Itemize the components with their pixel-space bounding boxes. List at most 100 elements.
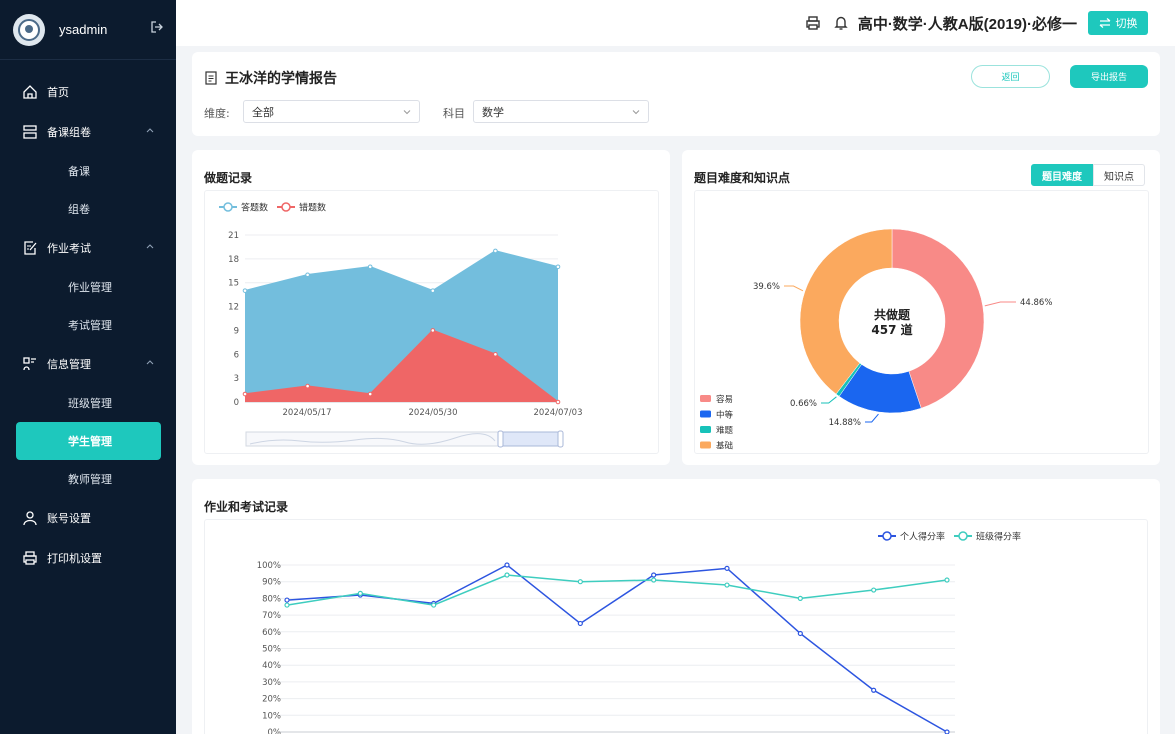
difficulty-card-title: 题目难度和知识点: [694, 171, 791, 185]
chevron-down-icon: [403, 110, 411, 115]
dimension-select[interactable]: 全部: [243, 100, 420, 123]
legend-swatch: [700, 426, 711, 433]
practice-record-card: 做题记录 答题数 错题数 0 3 6 9 12 15 18 21 2024/05/17 2024/05…: [192, 150, 670, 465]
menu-item-lesson-prep[interactable]: 备课组卷: [0, 112, 176, 152]
back-button[interactable]: 返回: [971, 65, 1050, 88]
subject-value: 数学: [482, 105, 504, 119]
subject-select[interactable]: 数学: [473, 100, 649, 123]
menu-item-label: 账号设置: [47, 512, 91, 525]
y-tick-label: 60%: [262, 628, 281, 638]
y-tick-label: 6: [234, 350, 239, 360]
legend-swatch: [700, 395, 711, 402]
printer-icon[interactable]: [805, 15, 821, 31]
x-tick-label: 2024/05/30: [409, 408, 458, 418]
submenu-item-exam-management[interactable]: 考试管理: [0, 306, 176, 344]
submenu-item-homework-management[interactable]: 作业管理: [0, 268, 176, 306]
donut-center-count: 457 道: [871, 322, 912, 337]
username: ysadmin: [59, 22, 108, 37]
menu-item-label: 作业考试: [47, 242, 91, 255]
export-report-button[interactable]: 导出报告: [1070, 65, 1148, 88]
data-point: [651, 572, 657, 578]
legend-label: 错题数: [299, 202, 326, 214]
logout-icon[interactable]: [150, 20, 164, 34]
data-point: [504, 562, 510, 568]
slice-label-line: [865, 413, 879, 423]
chevron-up-icon: [146, 360, 154, 365]
report-header-card: 王冰洋的学情报告 返回 导出报告 维度: 全部 科目 数学: [192, 52, 1160, 136]
slice-label: 44.86%: [1020, 298, 1052, 308]
data-point: [305, 272, 310, 278]
avatar[interactable]: [13, 13, 45, 46]
legend-label: 基础: [716, 441, 733, 452]
submenu-item-teacher-management[interactable]: 教师管理: [0, 460, 176, 498]
data-point: [493, 248, 498, 254]
data-point: [305, 383, 310, 389]
tab-difficulty[interactable]: 题目难度: [1031, 164, 1093, 186]
difficulty-donut-chart[interactable]: 44.86% 14.88% 0.66% 39.6% 共做题457 道容易中等难题基础: [695, 191, 1150, 455]
document-icon: [205, 71, 217, 85]
menu-item-homework-exam[interactable]: 作业考试: [0, 228, 176, 268]
data-point: [431, 602, 437, 608]
submenu-item-compose-paper[interactable]: 组卷: [0, 190, 176, 228]
subject-label: 科目: [443, 107, 465, 120]
data-point: [871, 587, 877, 593]
legend-marker: [223, 202, 233, 212]
sidebar: ysadmin 首页 备课组卷 备课 组卷 作业考试 作业管理 考试管理 信息管…: [0, 0, 176, 734]
data-point: [367, 264, 373, 270]
submenu-item-student-management[interactable]: 学生管理: [16, 422, 161, 460]
legend-label: 难题: [716, 425, 734, 436]
data-point: [555, 264, 561, 270]
y-tick-label: 70%: [262, 611, 281, 621]
slice-label-line: [984, 301, 1016, 307]
layers-icon: [23, 125, 37, 139]
chevron-down-icon: [632, 110, 640, 115]
dimension-value: 全部: [252, 105, 274, 119]
menu-item-account-settings[interactable]: 账号设置: [0, 498, 176, 538]
data-point: [871, 687, 877, 693]
zoom-slider-selection[interactable]: [500, 431, 562, 447]
data-point: [944, 577, 950, 583]
sidebar-header: ysadmin: [0, 0, 176, 60]
data-point: [651, 577, 657, 583]
y-tick-label: 90%: [262, 578, 281, 588]
menu-item-label: 首页: [47, 86, 69, 99]
bell-icon[interactable]: [833, 15, 849, 31]
x-tick-label: 2024/07/03: [534, 408, 583, 418]
chevron-up-icon: [146, 244, 154, 249]
data-point: [577, 620, 583, 627]
legend-label: 班级得分率: [976, 531, 1021, 543]
dimension-label: 维度:: [204, 107, 230, 120]
data-point: [367, 391, 373, 397]
y-tick-label: 20%: [262, 695, 281, 705]
data-point: [555, 399, 561, 405]
data-point: [284, 597, 290, 603]
data-point: [357, 590, 363, 596]
edit-document-icon: [24, 241, 37, 255]
menu-item-printer-settings[interactable]: 打印机设置: [0, 538, 176, 578]
score-rate-line-chart[interactable]: 个人得分率 班级得分率 0% 10% 20% 30% 40% 50% 60% 70% 80% 90% 1…: [205, 520, 1149, 734]
data-point: [430, 288, 436, 293]
homework-card-title: 作业和考试记录: [204, 500, 289, 514]
data-point: [577, 579, 583, 585]
menu-item-home[interactable]: 首页: [0, 72, 176, 112]
slice-label: 14.88%: [829, 418, 861, 428]
practice-chart-frame: 答题数 错题数 0 3 6 9 12 15 18 21 2024/05/17 2024/05/30 20…: [204, 190, 659, 454]
submenu-item-class-management[interactable]: 班级管理: [0, 384, 176, 422]
slice-label: 0.66%: [790, 399, 817, 409]
practice-area-chart[interactable]: 答题数 错题数 0 3 6 9 12 15 18 21 2024/05/17 2024/05/30 20…: [205, 191, 660, 455]
zoom-handle-left[interactable]: [497, 430, 504, 448]
homework-chart-frame: 个人得分率 班级得分率 0% 10% 20% 30% 40% 50% 60% 70% 80% 90% 1…: [204, 519, 1148, 734]
tab-knowledge-points[interactable]: 知识点: [1093, 164, 1145, 186]
data-point: [284, 602, 290, 608]
switch-button[interactable]: 切换: [1088, 11, 1148, 35]
zoom-handle-right[interactable]: [557, 430, 564, 448]
switch-label: 切换: [1115, 17, 1138, 30]
y-tick-label: 0%: [268, 728, 282, 734]
submenu-item-lesson[interactable]: 备课: [0, 152, 176, 190]
menu-item-label: 打印机设置: [47, 552, 102, 565]
y-tick-label: 21: [228, 231, 239, 241]
menu-item-info-management[interactable]: 信息管理: [0, 344, 176, 384]
data-point: [797, 595, 803, 602]
legend-swatch: [700, 441, 711, 449]
slice-label-line: [821, 396, 837, 404]
